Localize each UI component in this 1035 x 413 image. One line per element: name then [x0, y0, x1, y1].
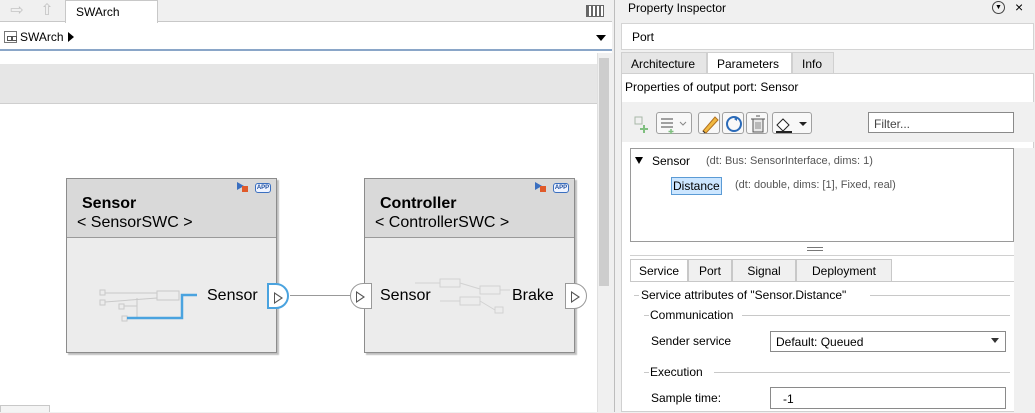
pane-splitter-handle[interactable] — [807, 247, 823, 251]
output-port-sensor[interactable] — [267, 283, 289, 309]
tab-info[interactable]: Info — [792, 52, 834, 74]
controller-component-block[interactable]: Controller < ControllerSWC > APP Sensor … — [350, 178, 587, 353]
communication-section-header: Communication — [650, 308, 734, 322]
chevron-down-icon — [991, 338, 999, 343]
tree-node-distance[interactable]: Distance — [671, 177, 722, 195]
execution-section-header: Execution — [650, 365, 703, 379]
address-dropdown-icon[interactable] — [596, 35, 606, 41]
inspector-title: Property Inspector — [628, 1, 727, 15]
fill-bucket-menu-icon[interactable] — [772, 112, 812, 134]
port-flag-icon — [535, 181, 547, 193]
app-badge: APP — [553, 183, 569, 193]
block-subtitle: < ControllerSWC > — [375, 214, 510, 231]
close-icon[interactable]: × — [1015, 0, 1023, 15]
tab-port[interactable]: Port — [688, 259, 732, 282]
sensor-component-block[interactable]: Sensor < SensorSWC > APP Sensor — [66, 178, 289, 353]
divider — [714, 372, 1010, 373]
address-bar: SWArch — [0, 23, 612, 51]
interface-toolbar: Filter... — [622, 102, 1035, 142]
sender-service-value: Default: Queued — [776, 335, 864, 349]
tab-architecture[interactable]: Architecture — [621, 52, 707, 74]
vertical-scrollbar[interactable] — [1014, 148, 1034, 413]
service-section-header: Service attributes of "Sensor.Distance" — [641, 288, 847, 302]
tree-node-meta: (dt: double, dims: [1], Fixed, real) — [735, 179, 896, 191]
breadcrumb[interactable]: SWArch — [20, 30, 64, 44]
port-label-sensor: Sensor — [207, 287, 258, 304]
scrollbar-thumb[interactable] — [599, 58, 609, 286]
port-label-brake: Brake — [512, 287, 554, 304]
tab-swarch[interactable]: SWArch — [65, 0, 158, 23]
divider — [644, 315, 649, 316]
divider — [630, 255, 1014, 256]
divider — [644, 372, 649, 373]
model-editor: ⇨ ⇧ SWArch SWArch Sensor < SensorSWC > A… — [0, 0, 612, 412]
output-port-brake[interactable] — [565, 283, 587, 309]
editor-tab-bar: ⇨ ⇧ SWArch — [0, 0, 612, 23]
canvas-header-band — [0, 64, 597, 104]
model-icon — [4, 31, 17, 43]
tab-deployment[interactable]: Deployment — [796, 259, 892, 282]
divider — [870, 295, 1010, 296]
internal-diagram-thumbnail — [99, 289, 197, 322]
sample-time-input[interactable]: -1 — [770, 387, 1006, 409]
sample-time-label: Sample time: — [651, 391, 722, 405]
port-flag-icon — [237, 181, 249, 193]
block-title: Controller — [380, 195, 457, 212]
delete-trash-icon[interactable] — [746, 112, 768, 134]
sender-service-dropdown[interactable]: Default: Queued — [770, 331, 1006, 352]
pencil-edit-icon[interactable] — [698, 112, 720, 134]
keyboard-icon[interactable] — [586, 5, 604, 17]
input-port-sensor[interactable] — [350, 283, 372, 309]
tab-service[interactable]: Service — [630, 259, 688, 282]
canvas-corner-widget[interactable] — [0, 405, 50, 412]
block-subtitle: < SensorSWC > — [77, 214, 193, 231]
port-label-sensor: Sensor — [380, 287, 431, 304]
tree-node-sensor[interactable]: Sensor — [652, 154, 690, 168]
back-arrow-icon[interactable]: ⇨ — [6, 2, 28, 20]
property-inspector: Property Inspector ▼ × Port Architecture… — [614, 0, 1035, 413]
panel-menu-icon[interactable]: ▼ — [992, 1, 1005, 14]
up-arrow-icon[interactable]: ⇧ — [36, 2, 58, 20]
tab-signal[interactable]: Signal — [732, 259, 796, 282]
divider — [742, 315, 1010, 316]
refresh-icon[interactable] — [722, 112, 744, 134]
add-element-icon[interactable] — [630, 112, 652, 134]
properties-caption: Properties of output port: Sensor — [625, 80, 799, 94]
block-title: Sensor — [82, 195, 137, 212]
sender-service-label: Sender service — [651, 334, 732, 348]
connector-line[interactable] — [290, 295, 352, 296]
block-header: Sensor < SensorSWC > APP — [67, 179, 276, 238]
parameters-panel: Properties of output port: Sensor Filter… — [621, 73, 1035, 413]
add-menu-button[interactable] — [656, 112, 692, 134]
interface-tree: Sensor (dt: Bus: SensorInterface, dims: … — [630, 148, 1014, 242]
divider — [634, 295, 639, 296]
filter-input[interactable]: Filter... — [868, 112, 1014, 133]
app-badge: APP — [255, 183, 271, 193]
expand-caret-icon[interactable] — [635, 157, 643, 164]
divider — [630, 281, 1014, 282]
tree-node-meta: (dt: Bus: SensorInterface, dims: 1) — [706, 155, 873, 167]
block-header: Controller < ControllerSWC > APP — [365, 179, 574, 238]
breadcrumb-arrow-icon[interactable] — [68, 32, 74, 42]
element-type-field: Port — [621, 23, 1034, 50]
tab-parameters[interactable]: Parameters — [707, 52, 792, 74]
